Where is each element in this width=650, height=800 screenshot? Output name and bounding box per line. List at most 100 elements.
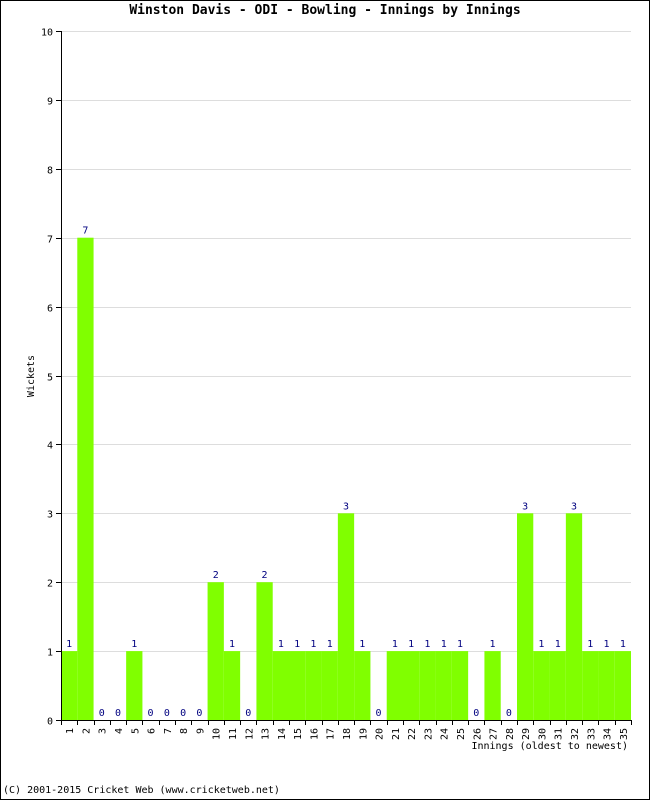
x-tick-label: 5 bbox=[130, 728, 141, 734]
x-tick-label: 15 bbox=[293, 728, 304, 740]
bar bbox=[337, 513, 355, 720]
y-tick-label: 0 bbox=[47, 717, 53, 728]
x-tick-label: 27 bbox=[489, 728, 500, 740]
data-label: 0 bbox=[115, 708, 121, 719]
bar bbox=[256, 582, 273, 720]
data-label: 0 bbox=[196, 708, 202, 719]
bar bbox=[305, 651, 322, 720]
data-label: 1 bbox=[587, 639, 593, 650]
y-tick-label: 10 bbox=[41, 28, 53, 39]
data-label: 1 bbox=[310, 639, 316, 650]
y-tick-label: 6 bbox=[47, 304, 53, 315]
x-tick-label: 9 bbox=[195, 728, 206, 734]
x-tick-label: 19 bbox=[358, 728, 369, 740]
x-tick-label: 4 bbox=[114, 728, 125, 734]
data-label: 1 bbox=[490, 639, 496, 650]
data-label: 1 bbox=[424, 639, 430, 650]
x-tick-label: 1 bbox=[65, 728, 76, 734]
bar bbox=[435, 651, 452, 720]
x-tick-label: 16 bbox=[309, 728, 320, 740]
x-tick-label: 32 bbox=[570, 728, 581, 740]
data-label: 0 bbox=[506, 708, 512, 719]
x-tick-label: 28 bbox=[505, 728, 516, 740]
x-tick-label: 20 bbox=[375, 728, 386, 740]
y-axis-label: Wickets bbox=[26, 355, 37, 397]
data-label: 1 bbox=[278, 639, 284, 650]
x-tick-label: 35 bbox=[619, 728, 630, 740]
data-label: 1 bbox=[392, 639, 398, 650]
data-label: 0 bbox=[99, 708, 105, 719]
bar-chart: 170 010 0 0 021021 1 1 13101 1 1 1 101031 131 1 1 0123… bbox=[26, 28, 632, 752]
x-axis-label: Innings (oldest to newest) bbox=[471, 741, 628, 752]
bar bbox=[582, 651, 599, 720]
x-tick-label: 22 bbox=[407, 728, 418, 740]
bar bbox=[77, 237, 94, 720]
x-tick-label: 17 bbox=[326, 728, 337, 740]
y-tick-label: 8 bbox=[47, 166, 53, 177]
y-tick-label: 1 bbox=[47, 648, 53, 659]
data-label: 0 bbox=[473, 708, 479, 719]
data-label: 2 bbox=[262, 570, 268, 581]
data-label: 0 bbox=[180, 708, 186, 719]
data-label: 1 bbox=[538, 639, 544, 650]
x-tick-label: 6 bbox=[147, 728, 158, 734]
data-label: 0 bbox=[376, 708, 382, 719]
x-tick-label: 2 bbox=[81, 728, 92, 734]
axes: 0123456789101 2 3 4 5 6 7 8 9 10 11 12 13 14 15 16 17 18 1… bbox=[41, 28, 632, 740]
data-label: 0 bbox=[164, 708, 170, 719]
bar bbox=[533, 651, 550, 720]
y-tick-label: 7 bbox=[47, 235, 53, 246]
bar bbox=[403, 651, 420, 720]
bar bbox=[549, 651, 566, 720]
x-tick-label: 23 bbox=[423, 728, 434, 740]
x-tick-label: 12 bbox=[244, 728, 255, 740]
bar bbox=[484, 651, 501, 720]
y-tick-label: 4 bbox=[47, 441, 53, 452]
bar bbox=[61, 651, 78, 720]
bar bbox=[289, 651, 306, 720]
data-label: 1 bbox=[359, 639, 365, 650]
bar bbox=[517, 513, 534, 720]
data-label: 3 bbox=[522, 501, 528, 512]
x-tick-label: 26 bbox=[472, 728, 483, 740]
bars bbox=[61, 237, 631, 720]
bar bbox=[126, 651, 143, 720]
data-label: 1 bbox=[457, 639, 463, 650]
data-label: 7 bbox=[82, 226, 88, 237]
data-label: 1 bbox=[555, 639, 561, 650]
data-label: 2 bbox=[213, 570, 219, 581]
x-tick-label: 29 bbox=[521, 728, 532, 740]
y-tick-label: 3 bbox=[47, 510, 53, 521]
data-label: 3 bbox=[343, 501, 349, 512]
x-tick-label: 21 bbox=[391, 728, 402, 740]
bar bbox=[565, 513, 583, 720]
x-tick-label: 14 bbox=[277, 728, 288, 740]
data-label: 1 bbox=[604, 639, 610, 650]
data-label: 1 bbox=[620, 639, 626, 650]
data-label: 0 bbox=[245, 708, 251, 719]
x-tick-label: 7 bbox=[163, 728, 174, 734]
data-label: 1 bbox=[441, 639, 447, 650]
bar bbox=[223, 651, 241, 720]
data-label: 1 bbox=[229, 639, 235, 650]
bar bbox=[386, 651, 403, 720]
data-label: 1 bbox=[408, 639, 414, 650]
data-label: 0 bbox=[148, 708, 154, 719]
copyright-footer: (C) 2001-2015 Cricket Web (www.cricketwe… bbox=[3, 785, 280, 796]
x-tick-label: 11 bbox=[228, 728, 239, 740]
y-tick-label: 9 bbox=[47, 97, 53, 108]
x-tick-label: 25 bbox=[456, 728, 467, 740]
x-tick-label: 10 bbox=[212, 728, 223, 740]
y-tick-label: 2 bbox=[47, 579, 53, 590]
data-label: 3 bbox=[571, 501, 577, 512]
x-tick-label: 3 bbox=[98, 728, 109, 734]
x-tick-label: 13 bbox=[261, 728, 272, 740]
x-tick-label: 30 bbox=[537, 728, 548, 740]
x-tick-label: 31 bbox=[554, 728, 565, 740]
bar bbox=[354, 651, 371, 720]
bar bbox=[272, 651, 289, 720]
data-label: 1 bbox=[294, 639, 300, 650]
x-tick-label: 33 bbox=[586, 728, 597, 740]
bar bbox=[419, 651, 436, 720]
x-tick-label: 8 bbox=[179, 728, 190, 734]
